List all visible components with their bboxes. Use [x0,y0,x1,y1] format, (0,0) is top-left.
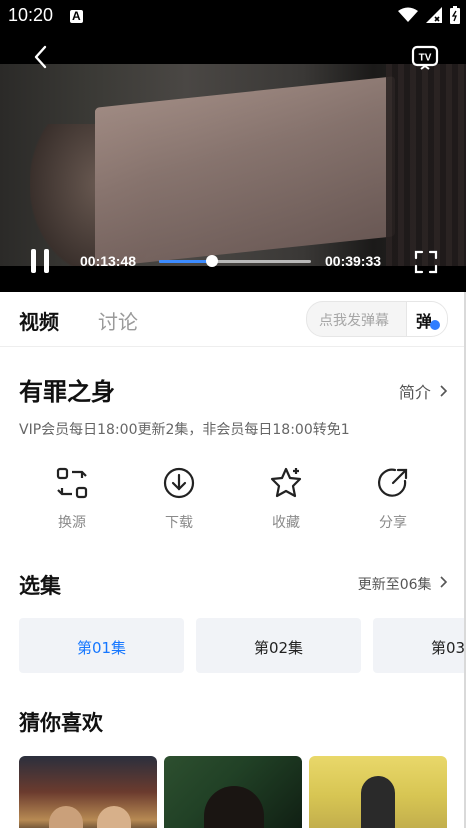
progress-slider[interactable] [159,255,311,267]
recommend-card[interactable] [309,756,447,828]
action-bar: 换源 下载 收藏 分享 [0,466,466,536]
episodes-update-label: 更新至06集 [357,577,432,593]
tab-video[interactable]: 视频 [19,306,59,335]
episode-item[interactable]: 第01集 [19,618,184,673]
share-icon [378,468,408,497]
episode-item[interactable]: 第02集 [196,618,361,673]
fullscreen-icon [414,250,438,274]
back-button[interactable] [26,42,56,72]
episode-label: 第02集 [253,639,304,657]
status-bar: 10:20 A [0,0,466,34]
notification-app-icon-letter: A [72,9,81,23]
favorite-label: 收藏 [272,515,300,531]
pause-button[interactable] [28,249,54,275]
content-tabs: 视频 讨论 点我发弹幕 弹 [0,292,466,347]
share-label: 分享 [379,515,407,531]
notification-app-icon: A [70,9,83,23]
favorite-button[interactable]: 收藏 [246,466,326,532]
recommend-list [19,756,466,828]
player-controls: 00:13:48 00:39:33 [0,232,466,292]
danmu-input[interactable]: 点我发弹幕 [319,310,389,330]
download-button[interactable]: 下载 [139,466,219,532]
show-title: 有罪之身 [19,378,115,406]
tv-cast-icon: TV [411,45,439,70]
switch-source-label: 换源 [58,515,86,531]
episode-label: 第03集 [430,639,466,657]
battery-icon [450,6,460,24]
intro-label: 简介 [398,383,431,402]
episodes-update-link[interactable]: 更新至06集 [358,574,448,594]
cast-tv-button[interactable]: TV [410,42,440,72]
episode-label: 第01集 [76,639,127,657]
status-icons [398,6,460,24]
status-time: 10:20 [8,5,54,25]
switch-source-button[interactable]: 换源 [32,466,112,532]
chevron-right-icon [440,576,448,588]
progress-handle[interactable] [206,255,219,267]
danmu-toggle-button[interactable]: 弹 [406,302,447,336]
tab-discuss[interactable]: 讨论 [98,306,138,335]
chevron-right-icon [440,385,448,397]
cell-signal-icon [426,7,442,23]
total-time: 00:39:33 [325,253,382,269]
intro-link[interactable]: 简介 [399,379,448,403]
video-player[interactable]: TV 00:13:48 00:39:33 [0,34,466,292]
check-badge-icon [430,320,440,330]
wifi-icon [398,7,418,22]
current-time: 00:13:48 [80,253,137,269]
episodes-title: 选集 [19,574,61,598]
chevron-left-icon [34,45,47,69]
recommend-card[interactable] [164,756,302,828]
download-icon [163,467,195,499]
recommend-title: 猜你喜欢 [19,711,103,735]
update-schedule: VIP会员每日18:00更新2集，非会员每日18:00转免1 [19,422,350,438]
share-button[interactable]: 分享 [353,466,433,532]
favorite-star-icon [270,467,302,498]
download-label: 下载 [165,515,193,531]
danmu-bar: 点我发弹幕 弹 [306,301,448,337]
episode-list[interactable]: 第01集 第02集 第03集 [19,618,466,674]
fullscreen-button[interactable] [414,250,438,274]
switch-source-icon [56,467,88,499]
recommend-card[interactable] [19,756,157,828]
pause-icon-bar-right [44,249,49,273]
danmu-toggle-label: 弹 [416,312,433,331]
progress-fill [159,260,213,263]
svg-text:TV: TV [419,53,432,64]
pause-icon-bar-left [31,249,36,273]
episode-item[interactable]: 第03集 [373,618,466,673]
